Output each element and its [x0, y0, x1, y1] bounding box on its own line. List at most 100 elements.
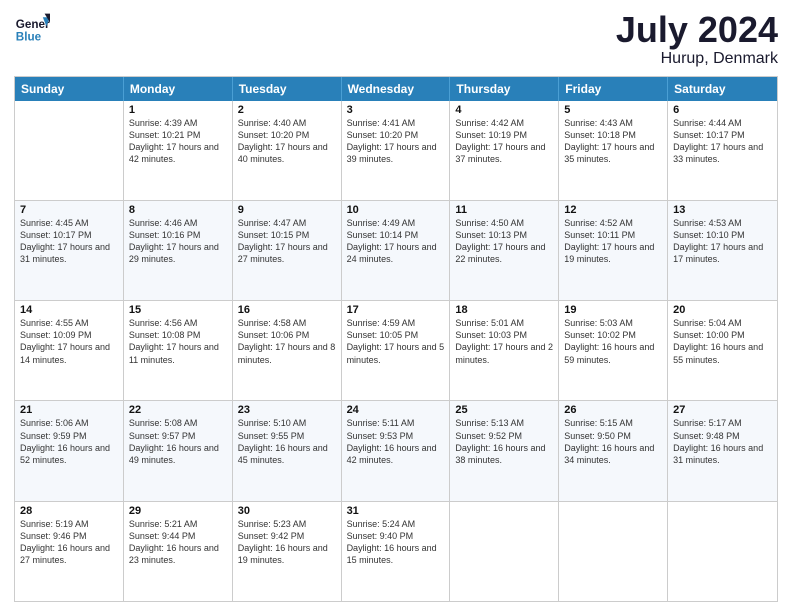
day-info: Sunrise: 5:01 AM Sunset: 10:03 PM Daylig…	[455, 317, 553, 366]
cal-cell-4-3: 31Sunrise: 5:24 AM Sunset: 9:40 PM Dayli…	[342, 502, 451, 601]
day-number: 6	[673, 104, 772, 116]
day-info: Sunrise: 4:40 AM Sunset: 10:20 PM Daylig…	[238, 117, 336, 166]
header-tuesday: Tuesday	[233, 77, 342, 101]
title-location: Hurup, Denmark	[616, 50, 778, 68]
day-number: 27	[673, 404, 772, 416]
day-number: 1	[129, 104, 227, 116]
day-number: 29	[129, 505, 227, 517]
day-info: Sunrise: 4:44 AM Sunset: 10:17 PM Daylig…	[673, 117, 772, 166]
cal-cell-0-1: 1Sunrise: 4:39 AM Sunset: 10:21 PM Dayli…	[124, 101, 233, 200]
day-number: 11	[455, 204, 553, 216]
title-month: July 2024	[616, 10, 778, 50]
cal-cell-0-6: 6Sunrise: 4:44 AM Sunset: 10:17 PM Dayli…	[668, 101, 777, 200]
cal-cell-2-4: 18Sunrise: 5:01 AM Sunset: 10:03 PM Dayl…	[450, 301, 559, 400]
cal-cell-1-5: 12Sunrise: 4:52 AM Sunset: 10:11 PM Dayl…	[559, 201, 668, 300]
day-info: Sunrise: 4:47 AM Sunset: 10:15 PM Daylig…	[238, 217, 336, 266]
cal-cell-2-6: 20Sunrise: 5:04 AM Sunset: 10:00 PM Dayl…	[668, 301, 777, 400]
day-number: 23	[238, 404, 336, 416]
svg-text:Blue: Blue	[16, 31, 42, 44]
day-number: 8	[129, 204, 227, 216]
day-info: Sunrise: 5:19 AM Sunset: 9:46 PM Dayligh…	[20, 518, 118, 567]
cal-cell-3-2: 23Sunrise: 5:10 AM Sunset: 9:55 PM Dayli…	[233, 401, 342, 500]
cal-cell-1-2: 9Sunrise: 4:47 AM Sunset: 10:15 PM Dayli…	[233, 201, 342, 300]
day-number: 31	[347, 505, 445, 517]
day-number: 13	[673, 204, 772, 216]
day-info: Sunrise: 4:43 AM Sunset: 10:18 PM Daylig…	[564, 117, 662, 166]
day-info: Sunrise: 5:08 AM Sunset: 9:57 PM Dayligh…	[129, 417, 227, 466]
day-info: Sunrise: 5:24 AM Sunset: 9:40 PM Dayligh…	[347, 518, 445, 567]
day-info: Sunrise: 5:04 AM Sunset: 10:00 PM Daylig…	[673, 317, 772, 366]
day-number: 25	[455, 404, 553, 416]
cal-cell-3-0: 21Sunrise: 5:06 AM Sunset: 9:59 PM Dayli…	[15, 401, 124, 500]
day-info: Sunrise: 4:46 AM Sunset: 10:16 PM Daylig…	[129, 217, 227, 266]
day-info: Sunrise: 5:23 AM Sunset: 9:42 PM Dayligh…	[238, 518, 336, 567]
day-info: Sunrise: 4:45 AM Sunset: 10:17 PM Daylig…	[20, 217, 118, 266]
cal-cell-4-4	[450, 502, 559, 601]
calendar-row-1: 7Sunrise: 4:45 AM Sunset: 10:17 PM Dayli…	[15, 200, 777, 300]
day-number: 18	[455, 304, 553, 316]
header-wednesday: Wednesday	[342, 77, 451, 101]
cal-cell-0-2: 2Sunrise: 4:40 AM Sunset: 10:20 PM Dayli…	[233, 101, 342, 200]
day-info: Sunrise: 4:50 AM Sunset: 10:13 PM Daylig…	[455, 217, 553, 266]
calendar-body: 1Sunrise: 4:39 AM Sunset: 10:21 PM Dayli…	[15, 101, 777, 601]
cal-cell-3-4: 25Sunrise: 5:13 AM Sunset: 9:52 PM Dayli…	[450, 401, 559, 500]
day-number: 14	[20, 304, 118, 316]
cal-cell-4-2: 30Sunrise: 5:23 AM Sunset: 9:42 PM Dayli…	[233, 502, 342, 601]
cal-cell-0-4: 4Sunrise: 4:42 AM Sunset: 10:19 PM Dayli…	[450, 101, 559, 200]
day-info: Sunrise: 4:49 AM Sunset: 10:14 PM Daylig…	[347, 217, 445, 266]
header-saturday: Saturday	[668, 77, 777, 101]
day-info: Sunrise: 4:52 AM Sunset: 10:11 PM Daylig…	[564, 217, 662, 266]
day-number: 19	[564, 304, 662, 316]
day-info: Sunrise: 5:03 AM Sunset: 10:02 PM Daylig…	[564, 317, 662, 366]
calendar-header: Sunday Monday Tuesday Wednesday Thursday…	[15, 77, 777, 101]
day-number: 12	[564, 204, 662, 216]
page: General Blue July 2024 Hurup, Denmark Su…	[0, 0, 792, 612]
day-info: Sunrise: 5:13 AM Sunset: 9:52 PM Dayligh…	[455, 417, 553, 466]
cal-cell-1-3: 10Sunrise: 4:49 AM Sunset: 10:14 PM Dayl…	[342, 201, 451, 300]
day-info: Sunrise: 4:41 AM Sunset: 10:20 PM Daylig…	[347, 117, 445, 166]
cal-cell-4-5	[559, 502, 668, 601]
cal-cell-1-1: 8Sunrise: 4:46 AM Sunset: 10:16 PM Dayli…	[124, 201, 233, 300]
cal-cell-3-5: 26Sunrise: 5:15 AM Sunset: 9:50 PM Dayli…	[559, 401, 668, 500]
calendar-row-2: 14Sunrise: 4:55 AM Sunset: 10:09 PM Dayl…	[15, 300, 777, 400]
header: General Blue July 2024 Hurup, Denmark	[14, 10, 778, 68]
day-number: 16	[238, 304, 336, 316]
day-info: Sunrise: 4:42 AM Sunset: 10:19 PM Daylig…	[455, 117, 553, 166]
day-info: Sunrise: 4:53 AM Sunset: 10:10 PM Daylig…	[673, 217, 772, 266]
day-number: 21	[20, 404, 118, 416]
cal-cell-2-2: 16Sunrise: 4:58 AM Sunset: 10:06 PM Dayl…	[233, 301, 342, 400]
cal-cell-4-0: 28Sunrise: 5:19 AM Sunset: 9:46 PM Dayli…	[15, 502, 124, 601]
day-number: 24	[347, 404, 445, 416]
day-number: 17	[347, 304, 445, 316]
day-number: 5	[564, 104, 662, 116]
calendar-row-3: 21Sunrise: 5:06 AM Sunset: 9:59 PM Dayli…	[15, 400, 777, 500]
title-block: July 2024 Hurup, Denmark	[616, 10, 778, 68]
day-number: 15	[129, 304, 227, 316]
day-info: Sunrise: 4:39 AM Sunset: 10:21 PM Daylig…	[129, 117, 227, 166]
header-thursday: Thursday	[450, 77, 559, 101]
day-number: 10	[347, 204, 445, 216]
cal-cell-3-1: 22Sunrise: 5:08 AM Sunset: 9:57 PM Dayli…	[124, 401, 233, 500]
header-monday: Monday	[124, 77, 233, 101]
cal-cell-2-0: 14Sunrise: 4:55 AM Sunset: 10:09 PM Dayl…	[15, 301, 124, 400]
cal-cell-4-1: 29Sunrise: 5:21 AM Sunset: 9:44 PM Dayli…	[124, 502, 233, 601]
day-number: 3	[347, 104, 445, 116]
day-info: Sunrise: 5:10 AM Sunset: 9:55 PM Dayligh…	[238, 417, 336, 466]
day-number: 28	[20, 505, 118, 517]
day-info: Sunrise: 4:59 AM Sunset: 10:05 PM Daylig…	[347, 317, 445, 366]
day-number: 22	[129, 404, 227, 416]
day-info: Sunrise: 5:15 AM Sunset: 9:50 PM Dayligh…	[564, 417, 662, 466]
cal-cell-0-3: 3Sunrise: 4:41 AM Sunset: 10:20 PM Dayli…	[342, 101, 451, 200]
logo-icon: General Blue	[14, 10, 50, 46]
cal-cell-1-4: 11Sunrise: 4:50 AM Sunset: 10:13 PM Dayl…	[450, 201, 559, 300]
day-info: Sunrise: 4:55 AM Sunset: 10:09 PM Daylig…	[20, 317, 118, 366]
day-info: Sunrise: 5:06 AM Sunset: 9:59 PM Dayligh…	[20, 417, 118, 466]
header-friday: Friday	[559, 77, 668, 101]
cal-cell-2-3: 17Sunrise: 4:59 AM Sunset: 10:05 PM Dayl…	[342, 301, 451, 400]
day-info: Sunrise: 5:17 AM Sunset: 9:48 PM Dayligh…	[673, 417, 772, 466]
cal-cell-1-0: 7Sunrise: 4:45 AM Sunset: 10:17 PM Dayli…	[15, 201, 124, 300]
day-info: Sunrise: 4:56 AM Sunset: 10:08 PM Daylig…	[129, 317, 227, 366]
day-number: 4	[455, 104, 553, 116]
day-info: Sunrise: 5:21 AM Sunset: 9:44 PM Dayligh…	[129, 518, 227, 567]
cal-cell-3-6: 27Sunrise: 5:17 AM Sunset: 9:48 PM Dayli…	[668, 401, 777, 500]
